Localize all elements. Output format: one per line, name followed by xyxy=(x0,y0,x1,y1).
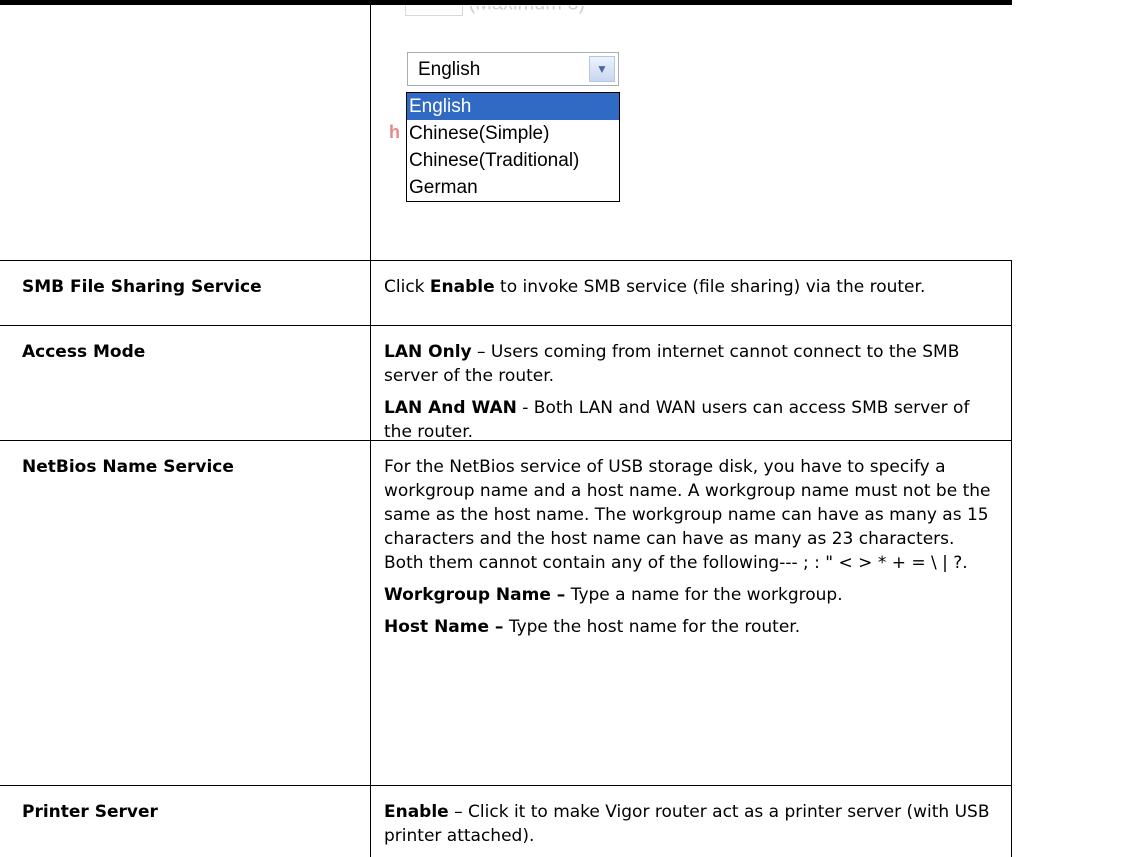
cutoff-text: (Maximum 8) xyxy=(469,6,586,14)
row-desc-netbios: For the NetBios service of USB storage d… xyxy=(384,455,996,639)
table-top-border xyxy=(0,0,1012,5)
bold-term: LAN And WAN xyxy=(384,398,517,418)
row-desc-smb: Click Enable to invoke SMB service (file… xyxy=(384,275,996,299)
cutoff-input-box xyxy=(405,6,463,16)
text-run: Type a name for the workgroup. xyxy=(565,585,843,605)
language-dropdown-list: English Chinese(Simple) Chinese(Traditiona… xyxy=(406,92,620,202)
row-label-netbios: NetBios Name Service xyxy=(22,457,234,477)
row-desc-printer-server: Enable – Click it to make Vigor router a… xyxy=(384,800,996,848)
dropdown-option[interactable]: English xyxy=(407,93,619,120)
bold-term: Workgroup Name – xyxy=(384,585,566,605)
language-select-screenshot: (Maximum 8) English ▼ h EnglishChinese(S… xyxy=(385,6,685,228)
language-select[interactable]: English ▼ xyxy=(407,52,619,86)
table-right-border xyxy=(1011,260,1012,857)
cutoff-input-row: (Maximum 8) xyxy=(405,6,585,18)
column-divider xyxy=(370,5,371,857)
row-divider xyxy=(0,785,1012,786)
description-paragraph: LAN Only – Users coming from internet ca… xyxy=(384,340,996,388)
row-divider xyxy=(0,260,1012,261)
text-run: – Click it to make Vigor router act as a… xyxy=(384,802,990,846)
text-run: Type the host name for the router. xyxy=(503,617,801,637)
bold-term: Enable xyxy=(384,802,449,822)
dropdown-option[interactable]: Chinese(Simple) xyxy=(407,120,619,147)
language-select-value: English xyxy=(418,59,481,80)
text-run: Click xyxy=(384,277,430,297)
bold-term: LAN Only xyxy=(384,342,472,362)
row-desc-access-mode: LAN Only – Users coming from internet ca… xyxy=(384,340,996,444)
bold-term: Enable xyxy=(429,277,495,297)
row-label-access-mode: Access Mode xyxy=(22,342,146,362)
description-paragraph: Host Name – Type the host name for the r… xyxy=(384,615,996,639)
description-paragraph: LAN And WAN - Both LAN and WAN users can… xyxy=(384,396,996,444)
chevron-down-icon[interactable]: ▼ xyxy=(589,56,615,82)
bold-term: Host Name – xyxy=(384,617,504,637)
row-label-printer-server: Printer Server xyxy=(22,802,158,822)
row-divider xyxy=(0,325,1012,326)
faint-link-fragment: h xyxy=(389,122,400,142)
row-label-smb: SMB File Sharing Service xyxy=(22,277,262,297)
description-paragraph: Enable – Click it to make Vigor router a… xyxy=(384,800,996,848)
dropdown-option[interactable]: Chinese(Traditional) xyxy=(407,147,619,174)
description-paragraph: Workgroup Name – Type a name for the wor… xyxy=(384,583,996,607)
description-paragraph: Click Enable to invoke SMB service (file… xyxy=(384,275,996,299)
text-run: For the NetBios service of USB storage d… xyxy=(384,457,991,573)
text-run: to invoke SMB service (file sharing) via… xyxy=(494,277,926,297)
description-paragraph: For the NetBios service of USB storage d… xyxy=(384,455,996,575)
dropdown-option[interactable]: German xyxy=(407,174,619,201)
